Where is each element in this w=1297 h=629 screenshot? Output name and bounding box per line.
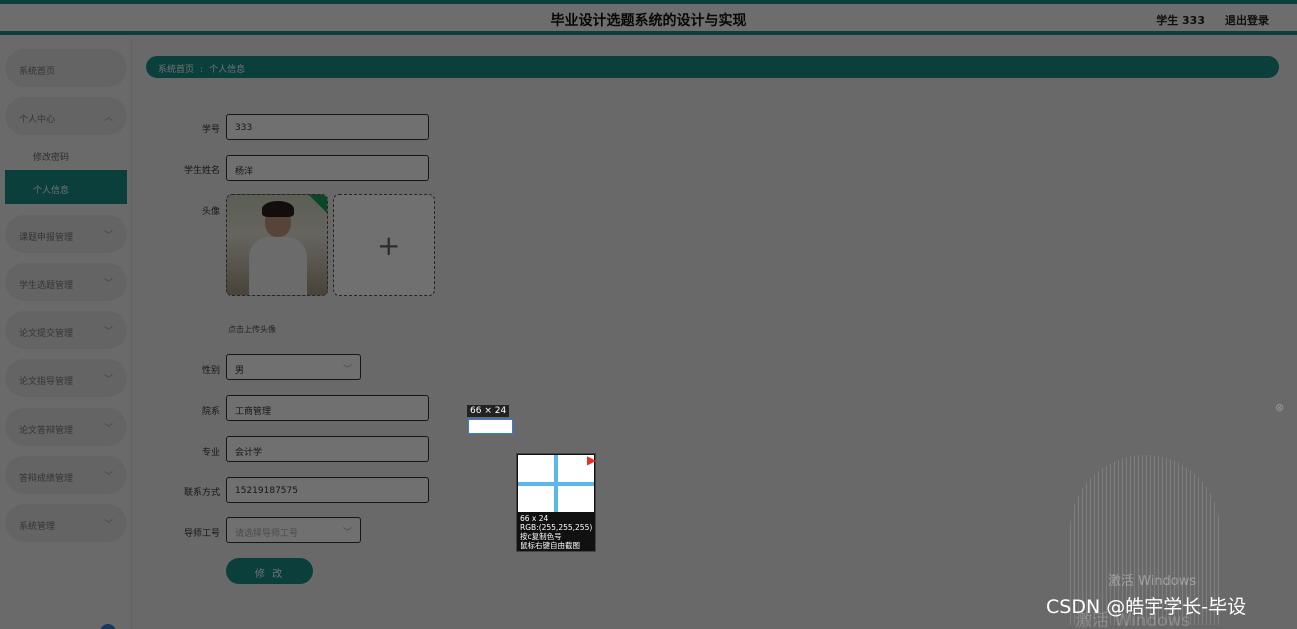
logout-link[interactable]: 退出登录	[1225, 12, 1269, 28]
name-label: 学生姓名	[183, 166, 220, 176]
sidebar-item-home[interactable]: 系统首页	[5, 49, 127, 87]
sidebar-item-label: 系统管理	[19, 522, 56, 532]
sidebar-item-label: 个人中心	[19, 115, 56, 125]
magnifier-size: 66 x 24	[520, 514, 549, 523]
crosshair-vertical	[554, 455, 558, 512]
chevron-down-icon: ﹀	[103, 424, 113, 434]
chevron-down-icon: ﹀	[342, 365, 352, 375]
student-id-label: 学号	[201, 125, 220, 135]
gender-select[interactable]: 男 ﹀	[226, 354, 361, 380]
sidebar-item-label: 课题申报管理	[19, 233, 74, 243]
header: 毕业设计选题系统的设计与实现 学生 333 退出登录	[0, 4, 1297, 35]
chevron-down-icon: ﹀	[103, 520, 113, 530]
chevron-down-icon: ﹀	[342, 528, 352, 538]
sidebar-item-system-admin[interactable]: 系统管理 ﹀	[5, 504, 127, 542]
sidebar-item-label: 答辩成绩管理	[19, 474, 74, 484]
sidebar-item-label: 论文答辩管理	[19, 426, 74, 436]
gender-label: 性别	[201, 366, 220, 376]
sidebar-item-thesis-submission[interactable]: 论文提交管理 ﹀	[5, 311, 127, 349]
user-label: 学生 333	[1156, 14, 1205, 27]
sidebar-item-defense-score[interactable]: 答辩成绩管理 ﹀	[5, 456, 127, 494]
sidebar: 系统首页 个人中心 ︿ 修改密码 个人信息 课题申报管理 ﹀ 学生选题管理 ﹀ 论文提…	[0, 39, 132, 629]
magnifier-info: 66 x 24 RGB:(255,255,255) 按c复制色号 鼠标右键自由截…	[520, 514, 592, 550]
activate-windows-watermark: 激活 Windows	[1108, 574, 1197, 589]
sidebar-item-topic-selection[interactable]: 学生选题管理 ﹀	[5, 263, 127, 301]
breadcrumb: 系统首页: 个人信息	[146, 56, 1279, 78]
upload-hint: 点击上传头像	[228, 325, 276, 334]
sidebar-item-label: 论文提交管理	[19, 329, 74, 339]
breadcrumb-home[interactable]: 系统首页	[158, 65, 194, 75]
breadcrumb-current: 个人信息	[209, 65, 246, 75]
student-id-field[interactable]: 333	[226, 114, 429, 140]
uploaded-badge-icon	[309, 195, 327, 213]
chevron-down-icon: ﹀	[103, 375, 113, 385]
selection-size-label: 66 × 24	[467, 405, 510, 417]
college-field[interactable]: 工商管理	[226, 395, 429, 421]
chevron-down-icon: ﹀	[103, 231, 113, 241]
breadcrumb-separator: :	[200, 65, 204, 75]
magnifier: 66 x 24 RGB:(255,255,255) 按c复制色号 鼠标右键自由截…	[516, 453, 596, 552]
sidebar-item-personal-info[interactable]: 个人信息	[5, 170, 127, 204]
magnifier-right-click-hint: 鼠标右键自由截图	[520, 541, 580, 550]
magnifier-rgb: RGB:(255,255,255)	[520, 523, 593, 532]
magnifier-copy-hint: 按c复制色号	[520, 532, 562, 541]
submit-button[interactable]: 修 改	[226, 558, 313, 584]
cursor-icon: ▶	[587, 453, 597, 467]
plus-icon: +	[377, 229, 401, 262]
advisor-select[interactable]: 请选择导师工号 ﹀	[226, 517, 361, 543]
upload-avatar-button[interactable]: +	[333, 194, 435, 296]
chevron-down-icon: ﹀	[103, 327, 113, 337]
scroll-indicator-icon	[100, 624, 116, 629]
sidebar-item-label: 系统首页	[19, 67, 56, 77]
college-label: 院系	[201, 407, 220, 417]
phone-field[interactable]: 15219187575	[226, 477, 429, 503]
sidebar-item-topic-application[interactable]: 课题申报管理 ﹀	[5, 215, 127, 253]
chevron-down-icon: ﹀	[103, 279, 113, 289]
app-title: 毕业设计选题系统的设计与实现	[550, 13, 747, 29]
sidebar-item-label: 学生选题管理	[19, 281, 74, 291]
advisor-placeholder: 请选择导师工号	[235, 529, 299, 539]
csdn-watermark: CSDN @皓宇学长-毕设	[1046, 596, 1247, 618]
sidebar-item-personal-center[interactable]: 个人中心 ︿	[5, 97, 127, 135]
close-circle-icon[interactable]: ⊗	[1275, 401, 1284, 414]
gender-value: 男	[235, 366, 245, 376]
avatar-photo-body	[249, 237, 307, 295]
major-field[interactable]: 会计学	[226, 436, 429, 462]
sidebar-item-change-password[interactable]: 修改密码	[5, 137, 127, 171]
sidebar-item-label: 论文指导管理	[19, 377, 74, 387]
chevron-down-icon: ﹀	[103, 472, 113, 482]
sidebar-item-thesis-guidance[interactable]: 论文指导管理 ﹀	[5, 359, 127, 397]
avatar-label: 头像	[201, 207, 220, 217]
magnifier-view	[518, 455, 594, 512]
selection-box[interactable]	[468, 419, 513, 434]
avatar-photo-hair	[262, 201, 294, 217]
major-label: 专业	[201, 448, 220, 458]
phone-label: 联系方式	[183, 488, 220, 498]
avatar[interactable]	[226, 194, 328, 296]
sidebar-item-thesis-defense[interactable]: 论文答辩管理 ﹀	[5, 408, 127, 446]
name-field[interactable]: 杨洋	[226, 155, 429, 181]
advisor-label: 导师工号	[183, 529, 220, 539]
chevron-up-icon: ︿	[103, 113, 113, 123]
